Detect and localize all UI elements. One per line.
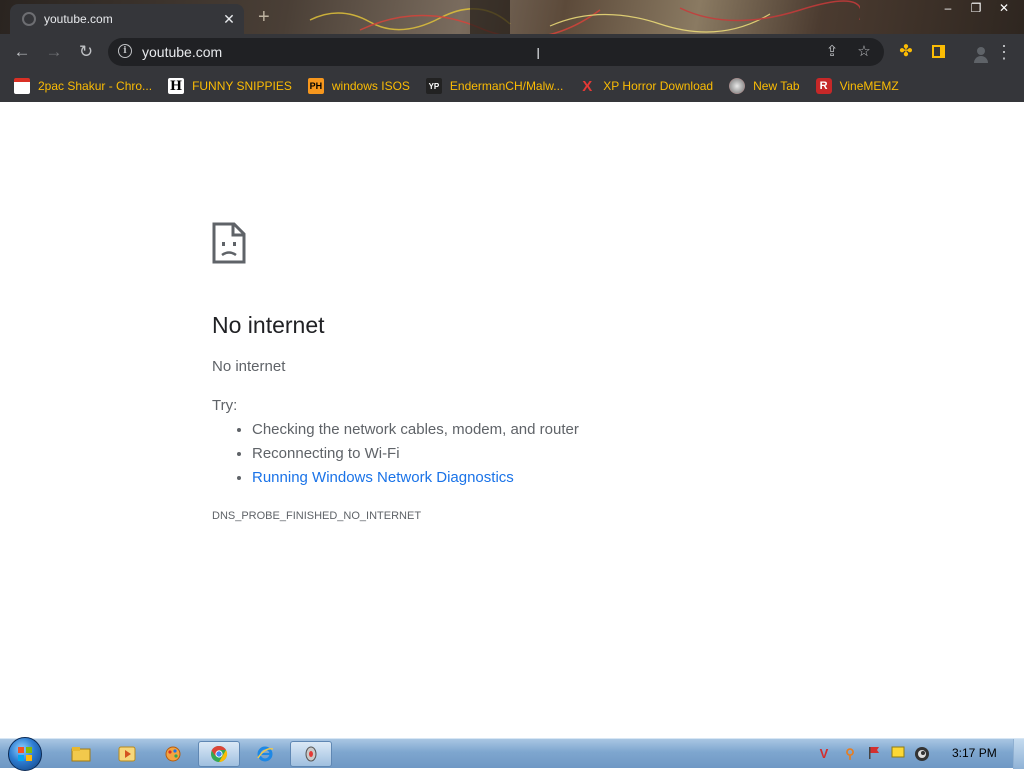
windows-logo-icon — [18, 747, 32, 761]
bookmark-windows-isos[interactable]: PH windows ISOS — [307, 72, 410, 100]
suggestion-reconnect-wifi: Reconnecting to Wi-Fi — [252, 442, 579, 466]
bookmark-new-tab[interactable]: New Tab — [729, 72, 800, 100]
bookmark-endermanch[interactable]: YP EndermanCH/Malw... — [425, 72, 563, 100]
start-button[interactable] — [8, 737, 42, 771]
browser-toolbar: ← → ↻ i youtube.com I ⇪ ☆ ✤ ⋮ — [0, 34, 1024, 70]
taskbar-clock[interactable]: 3:17 PM — [952, 746, 997, 760]
address-bar[interactable]: i youtube.com I ⇪ ☆ — [108, 38, 884, 66]
h-icon: H — [168, 78, 185, 94]
taskbar-media-player[interactable] — [106, 741, 148, 767]
bookmark-vinememz[interactable]: R VineMEMZ — [815, 72, 899, 100]
taskbar-file-explorer[interactable] — [60, 741, 102, 767]
text-cursor-icon: I — [536, 46, 541, 63]
bookmarks-bar: 2pac Shakur - Chro... H FUNNY SNIPPIES P… — [0, 70, 1024, 102]
file-explorer-icon — [71, 747, 91, 762]
tab-loading-icon — [22, 12, 36, 26]
tray-message-icon[interactable] — [890, 746, 906, 762]
yp-icon: YP — [425, 78, 442, 94]
tray-volume-icon[interactable] — [914, 746, 930, 762]
profile-button[interactable] — [958, 40, 982, 64]
back-button[interactable]: ← — [10, 40, 34, 64]
tab-title: youtube.com — [44, 12, 113, 26]
taskbar-paint[interactable] — [152, 741, 194, 767]
bookmark-2pac[interactable]: 2pac Shakur - Chro... — [14, 72, 152, 100]
error-title: No internet — [212, 312, 325, 338]
extensions-icon[interactable]: ✤ — [894, 40, 918, 64]
window-controls: – ❐ ✕ — [934, 0, 1018, 16]
media-player-icon — [118, 746, 136, 762]
tab-close-icon[interactable]: ✕ — [218, 11, 240, 28]
url-text[interactable]: youtube.com — [142, 44, 222, 60]
internet-explorer-icon — [257, 746, 274, 762]
network-diagnostics-link[interactable]: Running Windows Network Diagnostics — [252, 469, 514, 486]
paint-icon — [165, 746, 181, 762]
calendar-icon — [14, 78, 30, 94]
bookmark-star-icon[interactable]: ☆ — [854, 42, 874, 62]
suggestion-item: Running Windows Network Diagnostics — [252, 466, 579, 490]
share-icon[interactable]: ⇪ — [822, 42, 842, 62]
show-desktop-button[interactable] — [1013, 739, 1024, 769]
bookmark-funny-snippies[interactable]: H FUNNY SNIPPIES — [168, 72, 292, 100]
browser-tab[interactable]: youtube.com ✕ — [10, 4, 244, 34]
forward-button[interactable]: → — [42, 40, 66, 64]
x-icon: X — [582, 77, 593, 95]
restore-button[interactable]: ❐ — [962, 0, 990, 16]
chrome-icon — [211, 745, 228, 763]
windows-taskbar: V ⚲ 3:17 PM — [0, 737, 1024, 771]
page-content: No internet No internet Try: Checking th… — [0, 102, 1024, 738]
r-icon: R — [815, 78, 832, 94]
close-window-button[interactable]: ✕ — [990, 0, 1018, 16]
sad-page-icon — [212, 222, 246, 264]
try-label: Try: — [212, 397, 238, 414]
ph-icon: PH — [307, 78, 324, 94]
taskbar-internet-explorer[interactable] — [244, 741, 286, 767]
minimize-button[interactable]: – — [934, 0, 962, 16]
theme-artwork — [309, 0, 860, 34]
site-info-icon[interactable]: i — [118, 44, 132, 58]
tray-v-icon[interactable]: V — [816, 746, 832, 762]
suggestions-list: Checking the network cables, modem, and … — [234, 418, 579, 490]
error-subtitle: No internet — [212, 358, 286, 375]
suggestion-check-cables: Checking the network cables, modem, and … — [252, 418, 579, 442]
globe-icon — [729, 78, 746, 94]
reload-button[interactable]: ↻ — [74, 40, 98, 64]
chrome-menu-icon[interactable]: ⋮ — [992, 40, 1016, 64]
tray-search-icon[interactable]: ⚲ — [842, 746, 858, 762]
bookmark-xp-horror[interactable]: X XP Horror Download — [579, 72, 713, 100]
tray-flag-icon[interactable] — [866, 746, 882, 762]
taskbar-chrome[interactable] — [198, 741, 240, 767]
taskbar-app[interactable] — [290, 741, 332, 767]
new-tab-button[interactable]: + — [258, 6, 270, 28]
generic-app-icon — [305, 746, 317, 762]
error-code: DNS_PROBE_FINISHED_NO_INTERNET — [212, 510, 422, 522]
window-title-bar: youtube.com ✕ + – ❐ ✕ — [0, 0, 1024, 34]
side-panel-icon[interactable] — [926, 40, 950, 64]
